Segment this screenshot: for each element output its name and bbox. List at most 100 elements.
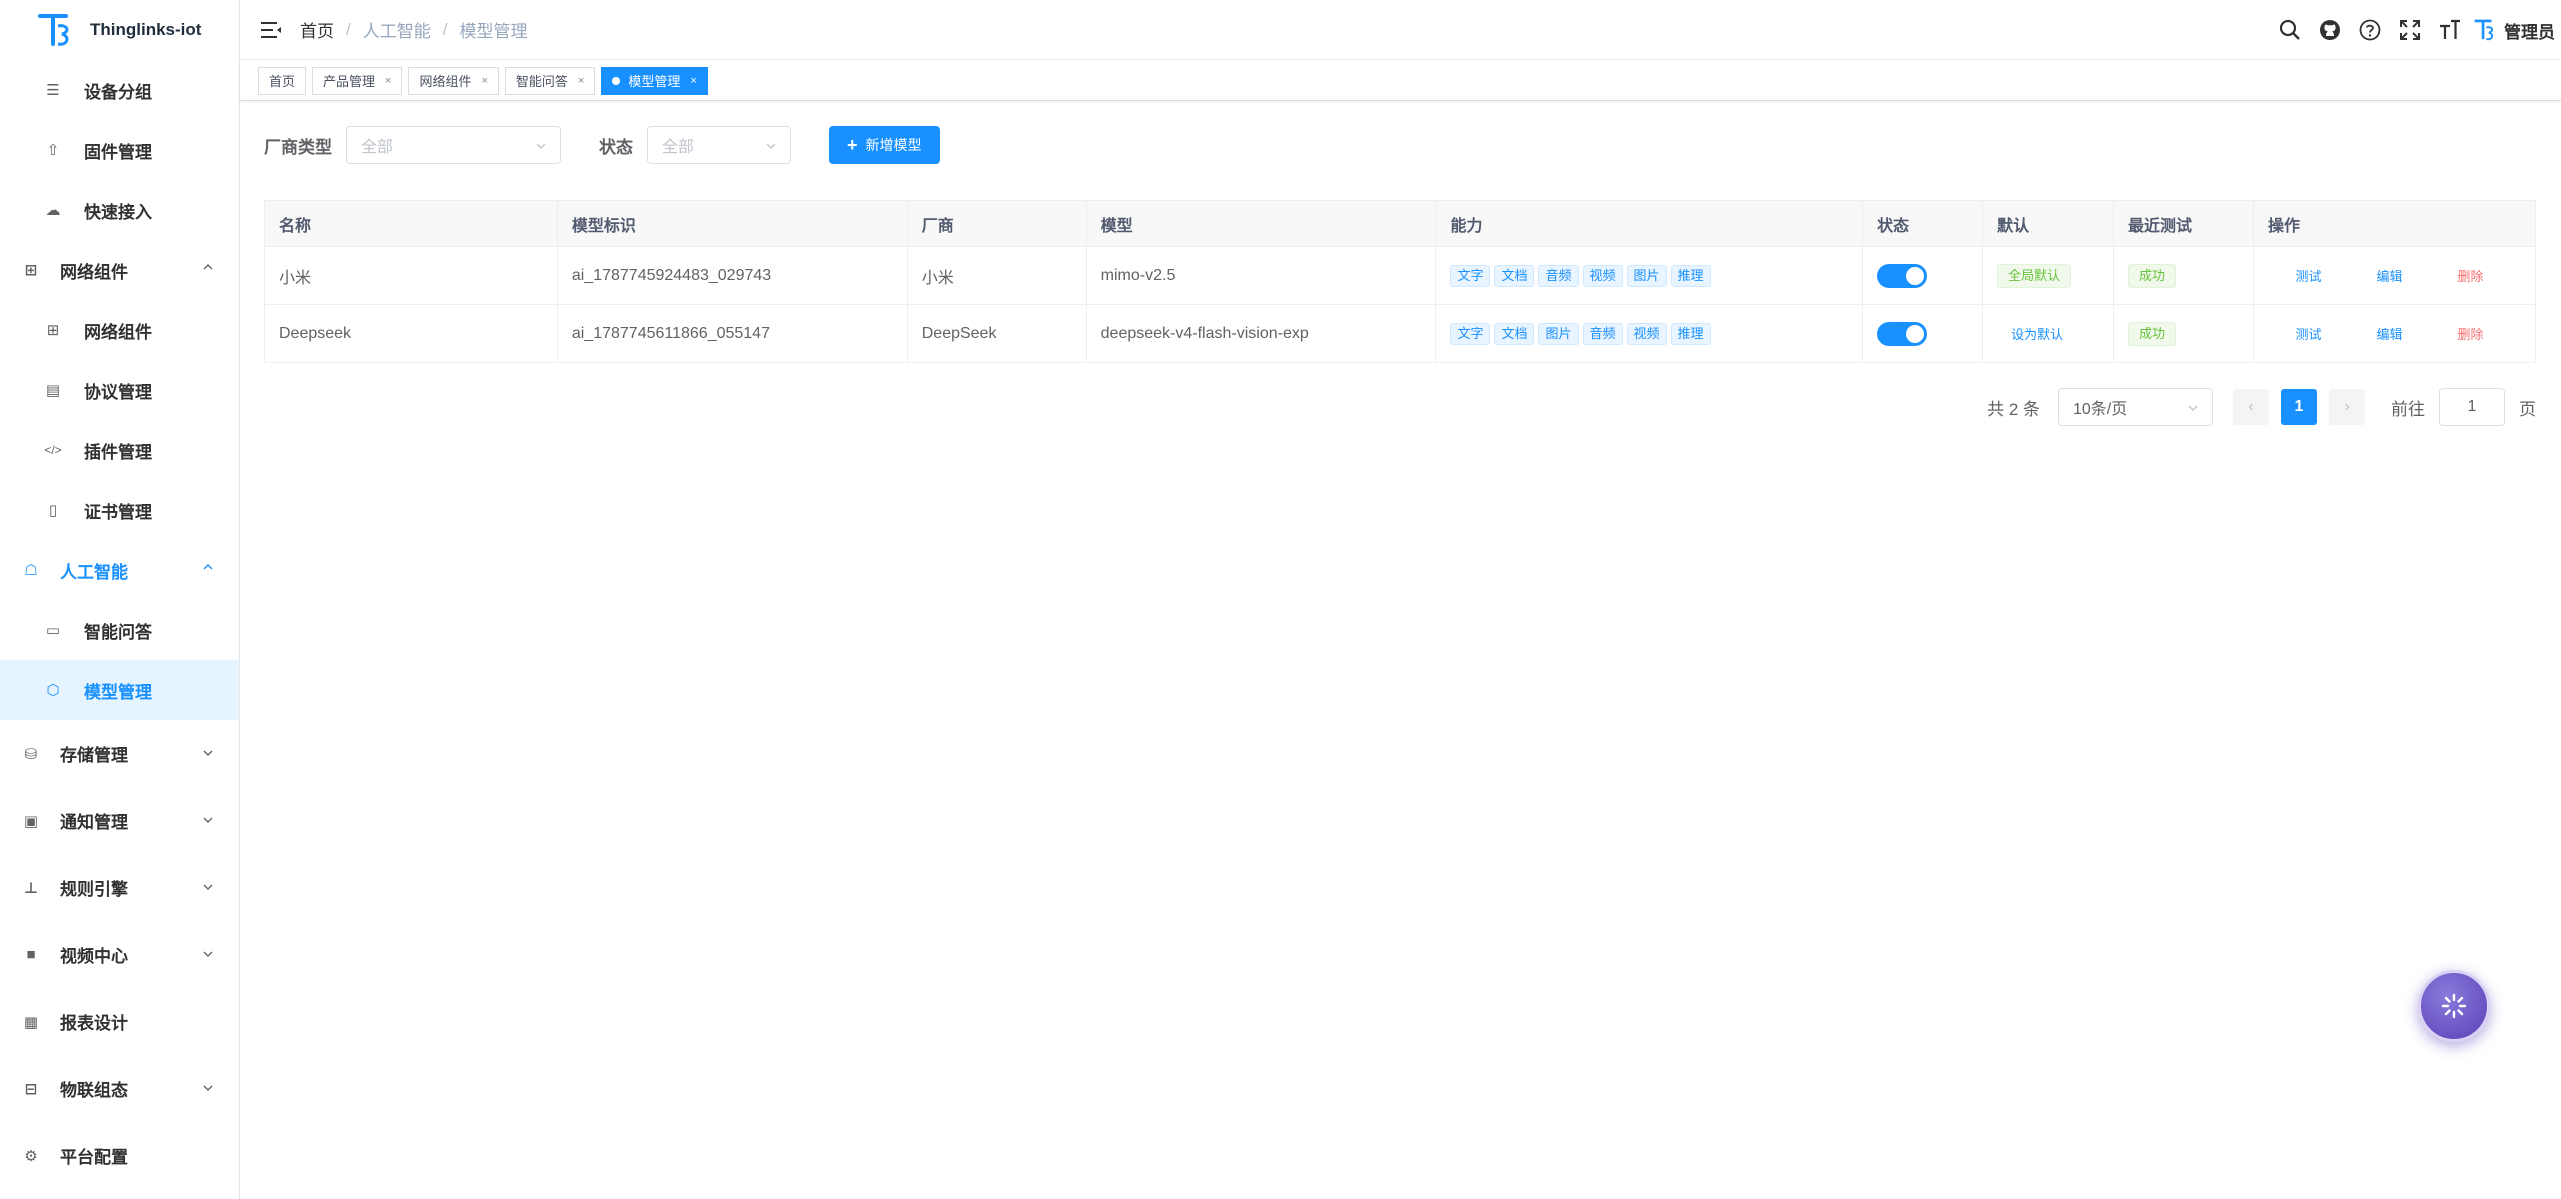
breadcrumb-separator: / xyxy=(442,19,448,39)
fullscreen-icon[interactable] xyxy=(2390,10,2430,50)
breadcrumb: 首页 / 人工智能 / 模型管理 xyxy=(300,17,527,42)
font-size-icon[interactable] xyxy=(2430,10,2470,50)
goto-page-input[interactable]: 1 xyxy=(2439,388,2505,426)
status-cell xyxy=(1862,304,1984,363)
close-icon[interactable]: × xyxy=(578,75,584,87)
sidebar-group-video[interactable]: ■ 视频中心 xyxy=(0,921,239,988)
status-select[interactable]: 全部 xyxy=(647,126,791,164)
sidebar-item-protocol[interactable]: ▤ 协议管理 xyxy=(0,360,239,420)
tag-product[interactable]: 产品管理 × xyxy=(312,66,403,95)
breadcrumb-home[interactable]: 首页 xyxy=(300,17,334,42)
sidebar-item-firmware[interactable]: ⇧ 固件管理 xyxy=(0,120,239,180)
column-header: 模型标识 xyxy=(556,200,908,247)
logo[interactable]: Thinglinks-iot xyxy=(0,0,239,60)
menu-toggle-icon[interactable] xyxy=(260,20,282,40)
last-test-cell: 成功 xyxy=(2113,246,2254,305)
sidebar-item-network-component[interactable]: ⊞ 网络组件 xyxy=(0,300,239,360)
user-name[interactable]: 管理员 xyxy=(2504,18,2555,43)
actions-cell: 测试 编辑 删除 xyxy=(2252,246,2537,305)
next-page-button[interactable]: › xyxy=(2329,389,2365,425)
chevron-down-icon xyxy=(536,143,546,149)
help-icon[interactable] xyxy=(2350,10,2390,50)
tag-home[interactable]: 首页 xyxy=(258,66,307,95)
chevron-down-icon xyxy=(203,750,213,756)
breadcrumb-ai[interactable]: 人工智能 xyxy=(363,17,431,42)
video-icon: ■ xyxy=(26,946,36,963)
sidebar-item-label: 固件管理 xyxy=(84,142,152,162)
sidebar-group-notification[interactable]: ▣ 通知管理 xyxy=(0,787,239,854)
test-button[interactable]: 测试 xyxy=(2268,324,2349,343)
chevron-down-icon xyxy=(203,884,213,890)
column-header: 能力 xyxy=(1435,200,1864,247)
sidebar-item-platform-config[interactable]: ⚙ 平台配置 xyxy=(0,1122,239,1189)
network-icon: ⊞ xyxy=(46,322,60,339)
sidebar-item-device-group[interactable]: ☰ 设备分组 xyxy=(0,60,239,120)
add-model-button[interactable]: + 新增模型 xyxy=(829,126,940,164)
tag-network[interactable]: 网络组件 × xyxy=(408,66,499,95)
sidebar-item-certificate[interactable]: ▯ 证书管理 xyxy=(0,480,239,540)
sidebar-group-rule-engine[interactable]: ⊥ 规则引擎 xyxy=(0,854,239,921)
sidebar-item-plugin[interactable]: </> 插件管理 xyxy=(0,420,239,480)
column-header: 最近测试 xyxy=(2113,200,2254,247)
loading-icon xyxy=(2441,993,2467,1019)
tag-smart-qa[interactable]: 智能问答 × xyxy=(504,66,596,95)
chat-icon: ▭ xyxy=(45,622,61,639)
close-icon[interactable]: × xyxy=(690,75,696,87)
sidebar-group-network[interactable]: ⊞ 网络组件 xyxy=(0,240,239,300)
chevron-up-icon xyxy=(203,264,213,270)
test-status-badge: 成功 xyxy=(2128,321,2177,346)
close-icon[interactable]: × xyxy=(481,75,487,87)
table-header-row: 名称 模型标识 厂商 模型 能力 状态 默认 最近测试 操作 xyxy=(264,200,2537,247)
delete-button[interactable]: 删除 xyxy=(2430,324,2511,343)
capability-tag: 图片 xyxy=(1538,322,1579,345)
tag-label: 首页 xyxy=(269,74,296,89)
edit-button[interactable]: 编辑 xyxy=(2349,324,2430,343)
page-size-select[interactable]: 10条/页 xyxy=(2058,388,2213,426)
delete-button[interactable]: 删除 xyxy=(2430,266,2511,285)
status-toggle[interactable] xyxy=(1877,321,1928,346)
sidebar-item-quick-access[interactable]: ☁ 快速接入 xyxy=(0,180,239,240)
default-cell: 设为默认 xyxy=(1982,304,2115,363)
column-header: 名称 xyxy=(264,200,558,247)
database-icon: ⛁ xyxy=(24,745,38,763)
sidebar-item-label: 智能问答 xyxy=(84,622,152,642)
chevron-down-icon xyxy=(766,143,776,149)
test-button[interactable]: 测试 xyxy=(2268,266,2349,285)
sidebar-item-report-design[interactable]: ▦ 报表设计 xyxy=(0,988,239,1055)
status-toggle[interactable] xyxy=(1877,263,1928,288)
tag-label: 产品管理 xyxy=(323,74,376,89)
tag-label: 模型管理 xyxy=(628,74,681,89)
vendor-type-select[interactable]: 全部 xyxy=(346,126,561,164)
sidebar-group-ai[interactable]: ☖ 人工智能 xyxy=(0,540,239,600)
capability-tag: 图片 xyxy=(1626,264,1667,287)
capability-tag: 推理 xyxy=(1670,264,1711,287)
settings-icon: ⚙ xyxy=(24,1147,38,1165)
tag-label: 智能问答 xyxy=(515,74,568,89)
search-icon[interactable] xyxy=(2270,10,2310,50)
avatar[interactable] xyxy=(2470,10,2500,50)
status-label: 状态 xyxy=(599,137,633,157)
sidebar-group-iot-scada[interactable]: ⊟ 物联组态 xyxy=(0,1055,239,1122)
tag-model-management[interactable]: 模型管理 × xyxy=(601,66,708,95)
github-icon[interactable] xyxy=(2310,10,2350,50)
capability-tag: 推理 xyxy=(1670,322,1711,345)
ai-assistant-button[interactable] xyxy=(2418,970,2490,1042)
set-default-button[interactable]: 设为默认 xyxy=(1997,327,2063,342)
chevron-down-icon xyxy=(203,951,213,957)
chevron-down-icon xyxy=(203,817,213,823)
close-icon[interactable]: × xyxy=(385,75,391,87)
prev-page-button[interactable]: ‹ xyxy=(2233,389,2269,425)
edit-button[interactable]: 编辑 xyxy=(2349,266,2430,285)
sidebar-item-smart-qa[interactable]: ▭ 智能问答 xyxy=(0,600,239,660)
tag-label: 网络组件 xyxy=(419,74,472,89)
sidebar-item-label: 证书管理 xyxy=(84,502,152,522)
grid-icon: ⊟ xyxy=(24,1080,38,1098)
tags-view: 首页 产品管理 × 网络组件 × 智能问答 × 模型管理 × xyxy=(240,61,2561,101)
list-icon: ☰ xyxy=(46,82,60,99)
page-number-button[interactable]: 1 xyxy=(2281,389,2317,425)
sidebar-group-storage[interactable]: ⛁ 存储管理 xyxy=(0,720,239,787)
capability-tag: 文档 xyxy=(1494,322,1535,345)
column-header: 模型 xyxy=(1085,200,1437,247)
model-id: deepseek-v4-flash-vision-exp xyxy=(1085,304,1437,363)
sidebar-item-model-management[interactable]: ⬡ 模型管理 xyxy=(0,660,239,720)
